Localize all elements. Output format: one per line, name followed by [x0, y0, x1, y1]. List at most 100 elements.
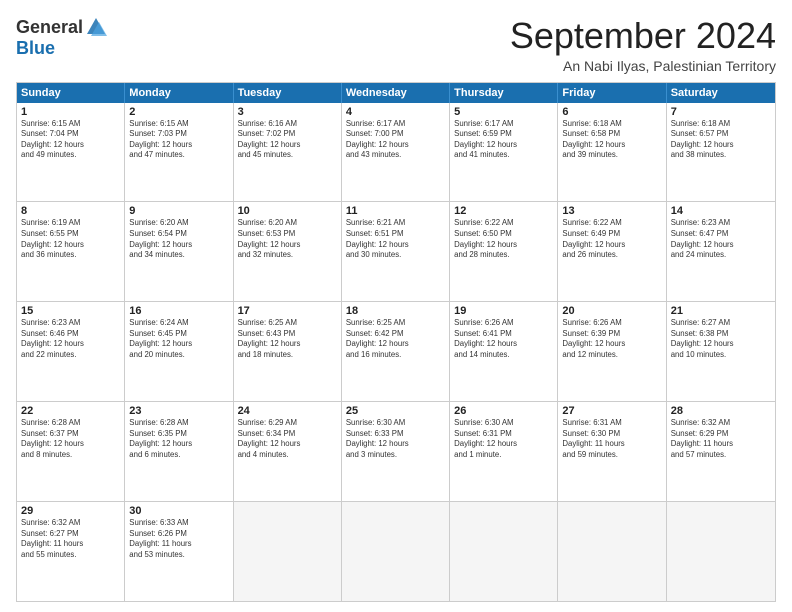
- day-cell-13: 13Sunrise: 6:22 AM Sunset: 6:49 PM Dayli…: [558, 202, 666, 301]
- day-info: Sunrise: 6:15 AM Sunset: 7:04 PM Dayligh…: [21, 119, 120, 161]
- day-header-friday: Friday: [558, 83, 666, 103]
- empty-cell: [450, 502, 558, 601]
- day-cell-2: 2Sunrise: 6:15 AM Sunset: 7:03 PM Daylig…: [125, 103, 233, 202]
- day-info: Sunrise: 6:31 AM Sunset: 6:30 PM Dayligh…: [562, 418, 661, 460]
- day-number: 11: [346, 205, 445, 217]
- day-cell-29: 29Sunrise: 6:32 AM Sunset: 6:27 PM Dayli…: [17, 502, 125, 601]
- day-cell-23: 23Sunrise: 6:28 AM Sunset: 6:35 PM Dayli…: [125, 402, 233, 501]
- day-info: Sunrise: 6:32 AM Sunset: 6:29 PM Dayligh…: [671, 418, 771, 460]
- day-number: 30: [129, 505, 228, 517]
- day-info: Sunrise: 6:28 AM Sunset: 6:35 PM Dayligh…: [129, 418, 228, 460]
- day-info: Sunrise: 6:23 AM Sunset: 6:46 PM Dayligh…: [21, 318, 120, 360]
- day-cell-16: 16Sunrise: 6:24 AM Sunset: 6:45 PM Dayli…: [125, 302, 233, 401]
- day-number: 21: [671, 305, 771, 317]
- day-number: 12: [454, 205, 553, 217]
- day-number: 26: [454, 405, 553, 417]
- day-info: Sunrise: 6:20 AM Sunset: 6:54 PM Dayligh…: [129, 218, 228, 260]
- day-cell-20: 20Sunrise: 6:26 AM Sunset: 6:39 PM Dayli…: [558, 302, 666, 401]
- day-number: 17: [238, 305, 337, 317]
- empty-cell: [342, 502, 450, 601]
- day-number: 10: [238, 205, 337, 217]
- day-number: 8: [21, 205, 120, 217]
- day-cell-8: 8Sunrise: 6:19 AM Sunset: 6:55 PM Daylig…: [17, 202, 125, 301]
- day-header-wednesday: Wednesday: [342, 83, 450, 103]
- calendar-row-4: 22Sunrise: 6:28 AM Sunset: 6:37 PM Dayli…: [17, 401, 775, 501]
- day-cell-19: 19Sunrise: 6:26 AM Sunset: 6:41 PM Dayli…: [450, 302, 558, 401]
- calendar-body: 1Sunrise: 6:15 AM Sunset: 7:04 PM Daylig…: [17, 103, 775, 601]
- calendar: SundayMondayTuesdayWednesdayThursdayFrid…: [16, 82, 776, 602]
- day-number: 22: [21, 405, 120, 417]
- day-info: Sunrise: 6:27 AM Sunset: 6:38 PM Dayligh…: [671, 318, 771, 360]
- day-number: 14: [671, 205, 771, 217]
- day-header-tuesday: Tuesday: [234, 83, 342, 103]
- day-info: Sunrise: 6:17 AM Sunset: 6:59 PM Dayligh…: [454, 119, 553, 161]
- day-cell-6: 6Sunrise: 6:18 AM Sunset: 6:58 PM Daylig…: [558, 103, 666, 202]
- month-title: September 2024: [510, 16, 776, 56]
- day-cell-28: 28Sunrise: 6:32 AM Sunset: 6:29 PM Dayli…: [667, 402, 775, 501]
- calendar-row-3: 15Sunrise: 6:23 AM Sunset: 6:46 PM Dayli…: [17, 301, 775, 401]
- location-text: An Nabi Ilyas, Palestinian Territory: [510, 58, 776, 74]
- day-info: Sunrise: 6:24 AM Sunset: 6:45 PM Dayligh…: [129, 318, 228, 360]
- empty-cell: [667, 502, 775, 601]
- logo: General Blue: [16, 16, 107, 59]
- day-number: 18: [346, 305, 445, 317]
- day-cell-25: 25Sunrise: 6:30 AM Sunset: 6:33 PM Dayli…: [342, 402, 450, 501]
- day-info: Sunrise: 6:15 AM Sunset: 7:03 PM Dayligh…: [129, 119, 228, 161]
- day-cell-26: 26Sunrise: 6:30 AM Sunset: 6:31 PM Dayli…: [450, 402, 558, 501]
- day-cell-5: 5Sunrise: 6:17 AM Sunset: 6:59 PM Daylig…: [450, 103, 558, 202]
- day-info: Sunrise: 6:22 AM Sunset: 6:50 PM Dayligh…: [454, 218, 553, 260]
- day-cell-1: 1Sunrise: 6:15 AM Sunset: 7:04 PM Daylig…: [17, 103, 125, 202]
- title-block: September 2024 An Nabi Ilyas, Palestinia…: [510, 16, 776, 74]
- day-info: Sunrise: 6:23 AM Sunset: 6:47 PM Dayligh…: [671, 218, 771, 260]
- day-info: Sunrise: 6:25 AM Sunset: 6:43 PM Dayligh…: [238, 318, 337, 360]
- day-number: 7: [671, 106, 771, 118]
- day-cell-3: 3Sunrise: 6:16 AM Sunset: 7:02 PM Daylig…: [234, 103, 342, 202]
- day-number: 1: [21, 106, 120, 118]
- day-info: Sunrise: 6:29 AM Sunset: 6:34 PM Dayligh…: [238, 418, 337, 460]
- day-cell-7: 7Sunrise: 6:18 AM Sunset: 6:57 PM Daylig…: [667, 103, 775, 202]
- day-cell-18: 18Sunrise: 6:25 AM Sunset: 6:42 PM Dayli…: [342, 302, 450, 401]
- day-header-sunday: Sunday: [17, 83, 125, 103]
- day-number: 6: [562, 106, 661, 118]
- day-info: Sunrise: 6:32 AM Sunset: 6:27 PM Dayligh…: [21, 518, 120, 560]
- day-number: 3: [238, 106, 337, 118]
- day-cell-24: 24Sunrise: 6:29 AM Sunset: 6:34 PM Dayli…: [234, 402, 342, 501]
- day-cell-4: 4Sunrise: 6:17 AM Sunset: 7:00 PM Daylig…: [342, 103, 450, 202]
- empty-cell: [234, 502, 342, 601]
- page-header: General Blue September 2024 An Nabi Ilya…: [16, 16, 776, 74]
- day-info: Sunrise: 6:21 AM Sunset: 6:51 PM Dayligh…: [346, 218, 445, 260]
- day-info: Sunrise: 6:26 AM Sunset: 6:39 PM Dayligh…: [562, 318, 661, 360]
- day-header-thursday: Thursday: [450, 83, 558, 103]
- day-cell-14: 14Sunrise: 6:23 AM Sunset: 6:47 PM Dayli…: [667, 202, 775, 301]
- day-number: 2: [129, 106, 228, 118]
- calendar-row-2: 8Sunrise: 6:19 AM Sunset: 6:55 PM Daylig…: [17, 201, 775, 301]
- day-info: Sunrise: 6:18 AM Sunset: 6:57 PM Dayligh…: [671, 119, 771, 161]
- day-info: Sunrise: 6:20 AM Sunset: 6:53 PM Dayligh…: [238, 218, 337, 260]
- day-number: 28: [671, 405, 771, 417]
- day-cell-27: 27Sunrise: 6:31 AM Sunset: 6:30 PM Dayli…: [558, 402, 666, 501]
- day-number: 4: [346, 106, 445, 118]
- day-number: 13: [562, 205, 661, 217]
- day-number: 20: [562, 305, 661, 317]
- logo-general-text: General: [16, 17, 83, 38]
- day-number: 25: [346, 405, 445, 417]
- day-info: Sunrise: 6:18 AM Sunset: 6:58 PM Dayligh…: [562, 119, 661, 161]
- day-number: 16: [129, 305, 228, 317]
- day-info: Sunrise: 6:30 AM Sunset: 6:31 PM Dayligh…: [454, 418, 553, 460]
- day-info: Sunrise: 6:26 AM Sunset: 6:41 PM Dayligh…: [454, 318, 553, 360]
- day-number: 5: [454, 106, 553, 118]
- day-number: 15: [21, 305, 120, 317]
- day-cell-21: 21Sunrise: 6:27 AM Sunset: 6:38 PM Dayli…: [667, 302, 775, 401]
- logo-icon: [85, 16, 107, 38]
- day-cell-10: 10Sunrise: 6:20 AM Sunset: 6:53 PM Dayli…: [234, 202, 342, 301]
- day-header-monday: Monday: [125, 83, 233, 103]
- day-info: Sunrise: 6:19 AM Sunset: 6:55 PM Dayligh…: [21, 218, 120, 260]
- empty-cell: [558, 502, 666, 601]
- day-info: Sunrise: 6:30 AM Sunset: 6:33 PM Dayligh…: [346, 418, 445, 460]
- day-number: 24: [238, 405, 337, 417]
- day-cell-22: 22Sunrise: 6:28 AM Sunset: 6:37 PM Dayli…: [17, 402, 125, 501]
- day-number: 29: [21, 505, 120, 517]
- day-info: Sunrise: 6:22 AM Sunset: 6:49 PM Dayligh…: [562, 218, 661, 260]
- day-number: 27: [562, 405, 661, 417]
- day-number: 23: [129, 405, 228, 417]
